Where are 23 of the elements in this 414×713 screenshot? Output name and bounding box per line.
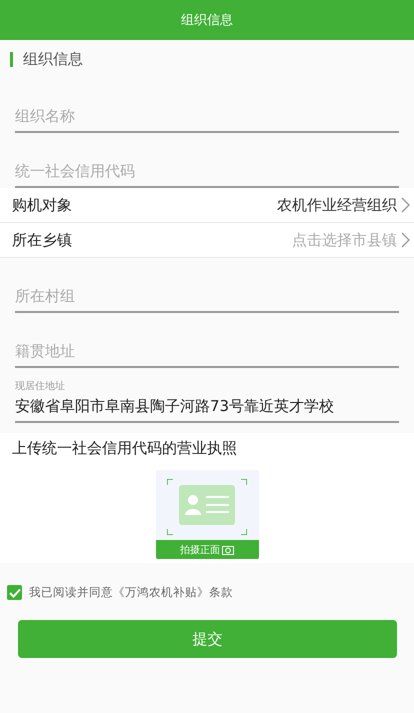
chevron-icon — [401, 232, 410, 248]
section-marker — [10, 52, 13, 66]
page-title: 组织信息 — [181, 12, 233, 29]
input-field[interactable]: 籍贯地址 — [15, 342, 399, 366]
id-card-icon — [167, 479, 247, 535]
section-title: 组织信息 — [23, 50, 83, 68]
row-hint[interactable]: 点击选择市县镇 — [292, 230, 397, 250]
chevron-icon — [401, 197, 410, 213]
capture-button[interactable]: 拍摄正面 — [156, 540, 258, 559]
input-field[interactable]: 组织名称 — [15, 107, 399, 131]
camera-icon — [222, 544, 234, 554]
field-label: 现居住地址 — [15, 380, 66, 393]
row-value[interactable]: 农机作业经营组织 — [277, 196, 397, 214]
agreement-checkbox[interactable] — [7, 585, 22, 600]
input-field[interactable]: 所在村组 — [15, 287, 399, 311]
agreement-text: 我已阅读并同意《万鸿农机补贴》条款 — [29, 585, 233, 600]
upload-title: 上传统一社会信用代码的营业执照 — [11, 439, 238, 458]
submit-button[interactable]: 提交 — [18, 620, 397, 658]
upload-card[interactable]: 拍摄正面 — [156, 470, 258, 559]
input-field[interactable]: 安徽省阜阳市阜南县陶子河路73号靠近英才学校 — [15, 397, 399, 421]
input-field[interactable]: 统一社会信用代码 — [15, 162, 399, 186]
row-label: 所在乡镇 — [12, 230, 72, 250]
row-label: 购机对象 — [12, 196, 72, 214]
